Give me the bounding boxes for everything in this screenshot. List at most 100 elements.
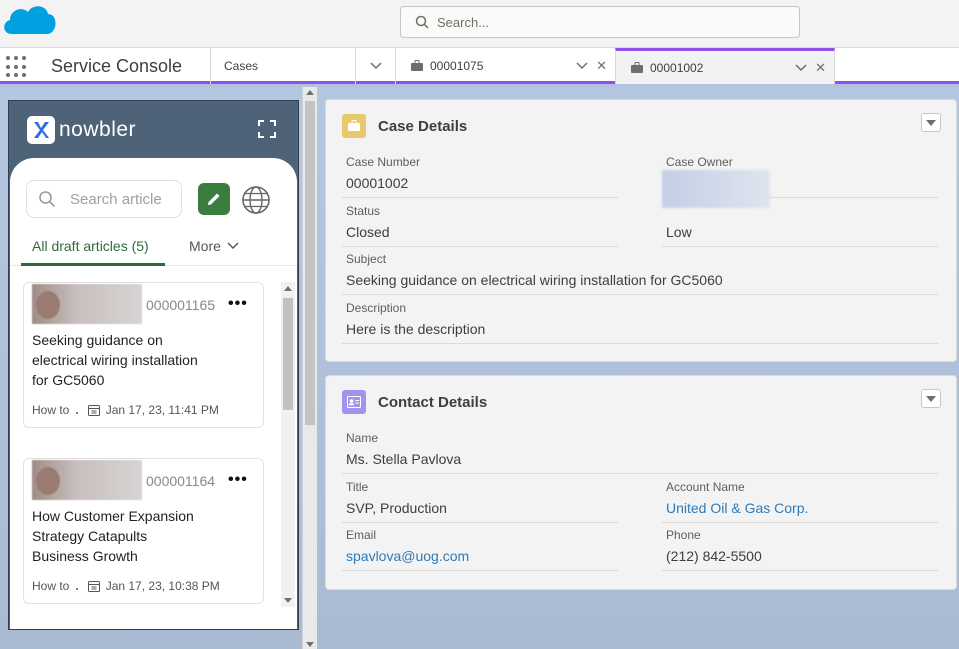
scroll-down-icon[interactable]	[306, 642, 314, 647]
scroll-up-icon[interactable]	[306, 90, 314, 95]
knowbler-panel: nowbler Search article All draft article…	[8, 100, 299, 630]
field-label: Status	[346, 204, 381, 218]
case-icon	[342, 114, 366, 138]
chevron-down-icon	[369, 62, 382, 70]
tab-more-label: More	[189, 238, 221, 254]
tab-label: Cases	[224, 59, 259, 73]
field-value: Seeking guidance on electrical wiring in…	[346, 272, 723, 288]
close-icon[interactable]: ✕	[815, 60, 826, 76]
app-launcher-icon[interactable]	[6, 56, 28, 78]
contact-details-menu-button[interactable]	[921, 389, 941, 408]
global-header: Search...	[0, 0, 959, 48]
author-avatar	[32, 284, 142, 324]
article-title[interactable]: How Customer Expansion Strategy Catapult…	[32, 506, 202, 566]
field-phone: Phone (212) 842-5500	[662, 525, 938, 571]
field-email: Email spavlova@uog.com	[342, 525, 618, 571]
tab-all-draft-articles[interactable]: All draft articles (5)	[21, 230, 165, 266]
pencil-icon	[208, 193, 220, 205]
account-name-link[interactable]: United Oil & Gas Corp.	[666, 500, 808, 516]
article-title[interactable]: Seeking guidance on electrical wiring in…	[32, 330, 202, 390]
field-label: Account Name	[666, 480, 745, 494]
field-value: Low	[666, 224, 692, 240]
article-meta: How to . Jan 17, 23, 10:38 PM	[32, 579, 220, 593]
article-date: Jan 17, 23, 11:41 PM	[105, 403, 219, 417]
console-tab-bar: Service Console Cases 00001075 ✕ 0000100…	[0, 48, 959, 84]
chevron-down-icon	[227, 242, 239, 250]
global-search-input[interactable]: Search...	[400, 6, 800, 38]
close-icon[interactable]: ✕	[596, 58, 607, 74]
tab-case-00001002[interactable]: 00001002 ✕	[615, 48, 835, 84]
contact-icon	[342, 390, 366, 414]
article-tabs: All draft articles (5) More	[10, 230, 297, 266]
expand-icon[interactable]	[257, 119, 277, 139]
search-icon	[39, 191, 56, 208]
email-link[interactable]: spavlova@uog.com	[346, 548, 469, 564]
field-case-owner: Case Owner	[662, 152, 938, 208]
scroll-up-icon[interactable]	[284, 286, 292, 291]
article-date: Jan 17, 23, 10:38 PM	[105, 579, 220, 593]
caret-down-icon	[926, 395, 936, 402]
search-placeholder: Search...	[437, 14, 490, 30]
search-icon	[415, 15, 429, 29]
field-subject: Subject Seeking guidance on electrical w…	[342, 249, 938, 295]
article-list-scrollbar[interactable]	[281, 282, 295, 607]
tab-label: 00001075	[430, 59, 484, 73]
caret-down-icon	[926, 119, 936, 126]
case-details-menu-button[interactable]	[921, 113, 941, 132]
article-type: How to	[32, 403, 70, 417]
field-value: SVP, Production	[346, 500, 447, 516]
knowbler-brand-text: nowbler	[59, 118, 137, 141]
field-title: Title SVP, Production	[342, 477, 618, 523]
briefcase-icon	[631, 61, 643, 73]
tab-case-00001075[interactable]: 00001075 ✕	[395, 48, 615, 84]
field-account-name: Account Name United Oil & Gas Corp.	[662, 477, 938, 523]
field-label: Title	[346, 480, 369, 494]
scroll-down-icon[interactable]	[284, 598, 292, 603]
field-value: Closed	[346, 224, 390, 240]
article-card[interactable]: 000001165 ••• Seeking guidance on electr…	[23, 282, 264, 428]
briefcase-icon	[411, 60, 423, 71]
chevron-down-icon[interactable]	[576, 62, 588, 70]
contact-details-header: Contact Details	[342, 390, 487, 414]
field-label: Subject	[346, 252, 387, 266]
globe-icon[interactable]	[241, 185, 271, 215]
field-label: Description	[346, 301, 407, 315]
case-details-header: Case Details	[342, 114, 467, 138]
author-avatar	[32, 460, 142, 500]
field-description: Description Here is the description	[342, 298, 938, 344]
calendar-icon	[87, 581, 100, 592]
field-value: Ms. Stella Pavlova	[346, 451, 462, 467]
tab-cases-dropdown[interactable]	[355, 48, 395, 84]
field-name: Name Ms. Stella Pavlova	[342, 428, 938, 474]
case-details-card: Case Details Case Number 00001002 Case O…	[325, 99, 957, 362]
contact-details-card: Contact Details Name Ms. Stella Pavlova …	[325, 375, 957, 590]
tab-more[interactable]: More	[189, 238, 239, 254]
field-label: Name	[346, 431, 379, 445]
more-options-button[interactable]: •••	[228, 295, 248, 313]
more-options-button[interactable]: •••	[228, 471, 248, 489]
field-label: Email	[346, 528, 377, 542]
separator: .	[75, 579, 79, 593]
field-value: 00001002	[346, 175, 409, 191]
article-type: How to	[32, 579, 70, 593]
tab-cases[interactable]: Cases	[210, 48, 355, 84]
article-number: 000001165	[146, 297, 216, 313]
article-meta: How to . Jan 17, 23, 11:41 PM	[32, 403, 219, 417]
panel-scrollbar[interactable]	[302, 87, 317, 649]
article-search-input[interactable]: Search article	[26, 180, 182, 218]
calendar-icon	[87, 405, 100, 416]
create-article-button[interactable]	[198, 183, 230, 215]
article-card[interactable]: 000001164 ••• How Customer Expansion Str…	[23, 458, 264, 604]
field-value: Here is the description	[346, 321, 486, 337]
knowbler-logo: nowbler	[27, 116, 136, 144]
knowbler-body: Search article All draft articles (5) Mo…	[10, 158, 297, 629]
scrollbar-thumb[interactable]	[305, 101, 315, 425]
tab-label: 00001002	[650, 60, 704, 75]
article-number: 000001164	[146, 473, 216, 489]
article-search-placeholder: Search article	[70, 190, 162, 208]
scrollbar-thumb[interactable]	[283, 298, 293, 410]
contact-details-title: Contact Details	[378, 393, 488, 411]
chevron-down-icon[interactable]	[795, 63, 807, 72]
separator: .	[75, 403, 79, 417]
salesforce-logo-icon[interactable]	[0, 2, 58, 42]
